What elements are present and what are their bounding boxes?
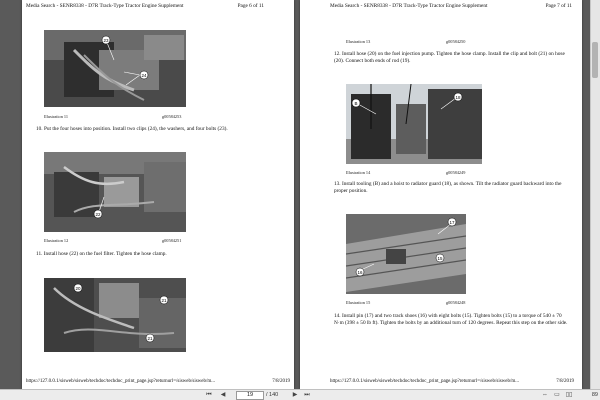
last-page-icon[interactable]: ⏭ — [302, 391, 312, 399]
illustration-15-photo: 17 15 16 — [346, 214, 466, 294]
callout-21: 21 — [161, 298, 167, 303]
step-11-text: 11. Install hose (22) on the fuel filter… — [36, 251, 167, 257]
page-header-number: Page 6 of 11 — [237, 3, 264, 9]
callout-22: 22 — [95, 212, 101, 217]
page-footer-date: 7/8/2019 — [556, 379, 574, 384]
callout-20: 20 — [75, 286, 81, 291]
step-10-text: 10. Put the four hoses into position. In… — [36, 126, 228, 132]
callout-16: 16 — [357, 270, 363, 275]
step-13-text: 13. Install tooling (B) and a hoist to r… — [334, 181, 562, 194]
illustration-13-code: g00584250 — [446, 39, 466, 44]
document-page-7: Media Search - SENR8338 - D7R Track-Type… — [300, 0, 582, 389]
page-header-number: Page 7 of 11 — [545, 3, 572, 9]
illustration-next-photo: 20 21 21 — [44, 278, 186, 352]
first-page-icon[interactable]: ⏮ — [204, 391, 214, 399]
fit-width-icon[interactable]: ⇔ — [540, 391, 550, 399]
callout-15: 15 — [437, 256, 443, 261]
zoom-level[interactable]: 89 — [592, 391, 598, 399]
vertical-scrollbar[interactable] — [590, 0, 600, 389]
document-page-6: Media Search - SENR8338 - D7R Track-Type… — [22, 0, 294, 389]
callout-24: 24 — [141, 73, 147, 78]
two-page-view-icon[interactable]: ▯▯ — [564, 391, 574, 399]
callout-21b: 21 — [147, 336, 153, 341]
illustration-14-photo: B 18 — [346, 84, 482, 164]
page-total: / 140 — [266, 392, 279, 398]
page-number-input[interactable]: 19 — [236, 391, 264, 400]
page-footer-url: https://127.0.0.1/sisweb/sisweb/techdoc/… — [26, 379, 216, 384]
illustration-14-title: Illustration 14 — [346, 170, 371, 175]
illustration-14-code: g00584249 — [446, 170, 466, 175]
step-14-text: 14. Install pin (17) and two track shoes… — [334, 313, 568, 326]
callout-b: B — [354, 101, 357, 106]
page-footer-url: https://127.0.0.1/sisweb/sisweb/techdoc/… — [330, 379, 520, 384]
callout-17: 17 — [449, 220, 455, 225]
callout-23: 23 — [103, 38, 109, 43]
illustration-12-title: Illustration 12 — [44, 238, 69, 243]
next-page-icon[interactable]: ▶ — [290, 391, 300, 399]
illustration-11-title: Illustration 11 — [44, 114, 69, 119]
scrollbar-thumb[interactable] — [592, 42, 598, 78]
page-number-value: 19 — [246, 392, 254, 398]
page-footer-date: 7/8/2019 — [272, 379, 290, 384]
callout-18: 18 — [455, 95, 461, 100]
previous-page-icon[interactable]: ◀ — [218, 391, 228, 399]
illustration-15-title: Illustration 15 — [346, 300, 371, 305]
page-header-title: Media Search - SENR8338 - D7R Track-Type… — [330, 3, 488, 9]
step-12-text: 12. Install hose (20) on the fuel inject… — [334, 51, 565, 64]
document-viewer: Media Search - SENR8338 - D7R Track-Type… — [0, 0, 600, 389]
illustration-11-photo: 23 24 — [44, 30, 186, 107]
viewer-toolbar: ⏮ ◀ 19 / 140 ▶ ⏭ ⇔ ▭ ▯▯ 89 — [0, 389, 600, 400]
illustration-15-code: g00584248 — [446, 300, 466, 305]
page-header-title: Media Search - SENR8338 - D7R Track-Type… — [26, 3, 184, 9]
illustration-12-photo: 22 — [44, 152, 186, 232]
illustration-12-code: g00584251 — [162, 238, 182, 243]
illustration-13-title: Illustration 13 — [346, 39, 371, 44]
fit-page-icon[interactable]: ▭ — [552, 391, 562, 399]
illustration-11-code: g00584253 — [162, 114, 182, 119]
